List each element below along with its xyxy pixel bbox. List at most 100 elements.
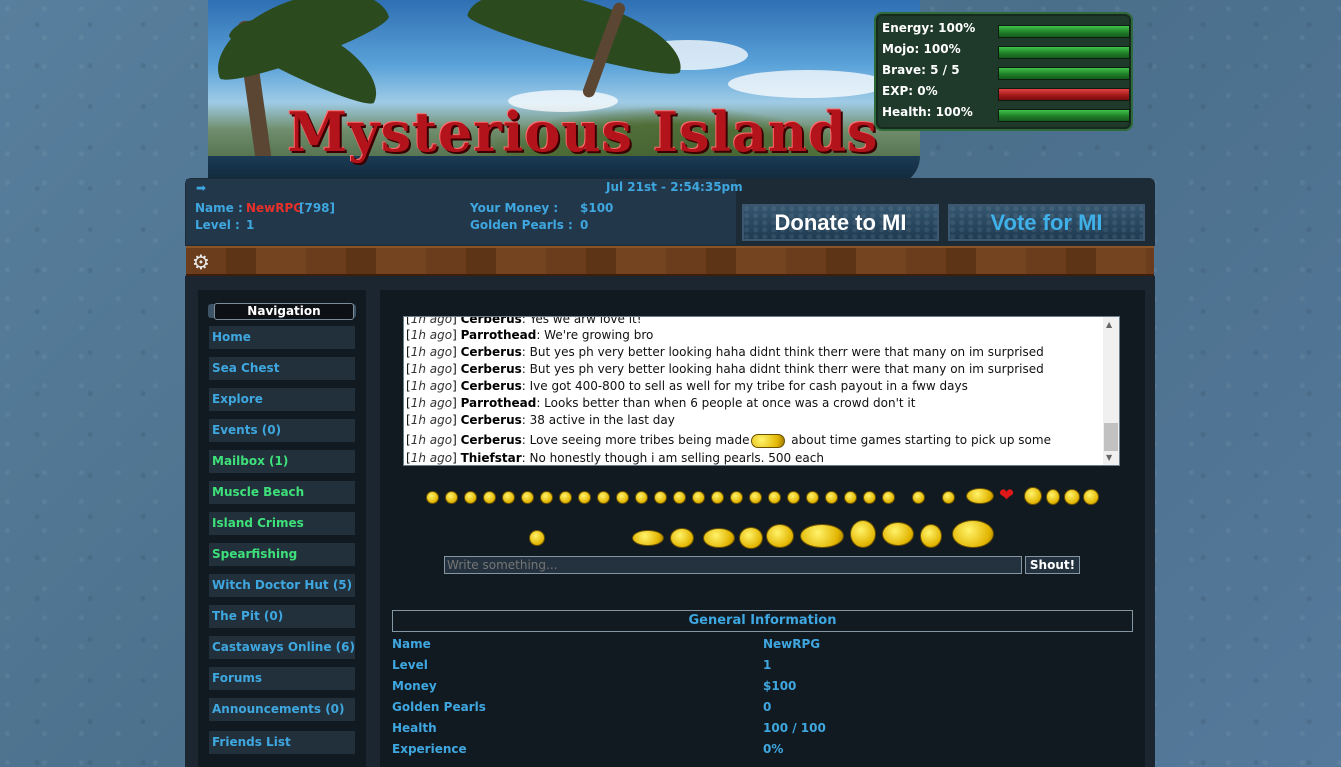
smiley-emoticon-icon[interactable] xyxy=(768,491,781,504)
smiley-emoticon-icon[interactable] xyxy=(942,491,955,504)
chat-username[interactable]: Thiefstar xyxy=(461,451,522,465)
smiley-emoticon-icon[interactable] xyxy=(559,491,572,504)
shoutbox-chat[interactable]: [1h ago] Cerberus: Yes we arw love it! [1… xyxy=(403,316,1120,466)
shout-button[interactable]: Shout! xyxy=(1025,556,1080,574)
smiley-emoticon-icon[interactable] xyxy=(882,491,895,504)
animated-emoticon-icon[interactable] xyxy=(739,527,763,549)
scroll-up-icon[interactable]: ▲ xyxy=(1106,320,1112,329)
chat-username[interactable]: Cerberus xyxy=(461,345,522,359)
smiley-emoticon-icon[interactable] xyxy=(616,491,629,504)
animated-emoticon-icon[interactable] xyxy=(850,520,876,548)
nav-item-events-0[interactable]: Events (0) xyxy=(209,419,355,442)
smiley-emoticon-icon[interactable] xyxy=(749,491,762,504)
animated-emoticon-icon[interactable] xyxy=(703,528,735,548)
animated-emoticon-icon[interactable] xyxy=(800,524,844,548)
smiley-emoticon-icon[interactable] xyxy=(711,491,724,504)
smiley-emoticon-icon[interactable] xyxy=(654,491,667,504)
arrow-right-icon[interactable]: ➡ xyxy=(196,181,206,195)
info-label: Money xyxy=(392,679,437,693)
stat-label: Brave: 5 / 5 xyxy=(882,63,960,77)
chat-username[interactable]: Cerberus xyxy=(461,362,522,376)
smiley-emoticon-icon[interactable] xyxy=(426,491,439,504)
stat-bar xyxy=(998,46,1130,59)
smiley-emoticon-icon[interactable] xyxy=(806,491,819,504)
shout-input[interactable] xyxy=(444,556,1022,574)
nav-item-castaways-online-6[interactable]: Castaways Online (6) xyxy=(209,636,355,659)
vote-button[interactable]: Vote for MI xyxy=(948,204,1145,241)
chat-line: [1h ago] Cerberus: But yes ph very bette… xyxy=(406,362,1044,376)
animated-emoticon-icon[interactable] xyxy=(882,522,914,546)
chat-username[interactable]: Parrothead xyxy=(461,328,537,342)
info-label: Experience xyxy=(392,742,467,756)
chat-message: : 38 active in the last day xyxy=(521,413,675,427)
nav-item-island-crimes[interactable]: Island Crimes xyxy=(209,512,355,535)
pearls-label: Golden Pearls : xyxy=(470,218,573,232)
emoticon-icon[interactable] xyxy=(966,488,994,504)
animated-emoticon-icon[interactable] xyxy=(632,530,664,546)
chat-message: : No honestly though i am selling pearls… xyxy=(521,451,824,465)
smiley-emoticon-icon[interactable] xyxy=(635,491,648,504)
chat-username[interactable]: Cerberus xyxy=(461,317,522,326)
stat-row: Mojo: 100% xyxy=(882,42,1130,60)
smiley-emoticon-icon[interactable] xyxy=(521,491,534,504)
info-value: NewRPG xyxy=(763,637,821,651)
smiley-emoticon-icon[interactable] xyxy=(825,491,838,504)
nav-item-spearfishing[interactable]: Spearfishing xyxy=(209,543,355,566)
chat-line: [1h ago] Parrothead: Looks better than w… xyxy=(406,396,916,410)
stat-bar xyxy=(998,88,1130,101)
chat-message: : But yes ph very better looking haha di… xyxy=(521,362,1044,376)
nav-item-friends-list[interactable]: Friends List xyxy=(209,731,355,754)
nav-item-home[interactable]: Home xyxy=(209,326,355,349)
animated-emoticon-icon[interactable] xyxy=(952,520,994,548)
gear-icon[interactable]: ⚙ xyxy=(192,250,210,274)
emoticon-icon[interactable] xyxy=(1024,487,1042,505)
chat-timestamp: 1h ago xyxy=(410,362,453,376)
emoticon-icon[interactable] xyxy=(1046,489,1060,505)
smiley-emoticon-icon[interactable] xyxy=(445,491,458,504)
heart-emoticon-icon[interactable]: ❤ xyxy=(999,485,1014,506)
stat-label: Health: 100% xyxy=(882,105,973,119)
stat-bar-fill xyxy=(999,89,1129,100)
smiley-emoticon-icon[interactable] xyxy=(464,491,477,504)
smiley-emoticon-icon[interactable] xyxy=(673,491,686,504)
nav-item-witch-doctor-hut-5[interactable]: Witch Doctor Hut (5) xyxy=(209,574,355,597)
smiley-emoticon-icon[interactable] xyxy=(597,491,610,504)
emoticon-icon[interactable] xyxy=(1064,489,1080,505)
smiley-emoticon-icon[interactable] xyxy=(787,491,800,504)
stat-label: EXP: 0% xyxy=(882,84,938,98)
animated-emoticon-icon[interactable] xyxy=(670,528,694,548)
nav-item-explore[interactable]: Explore xyxy=(209,388,355,411)
player-name[interactable]: NewRPG xyxy=(246,201,303,215)
chat-scrollbar[interactable]: ▲ ▼ xyxy=(1103,317,1119,465)
nav-item-mailbox-1[interactable]: Mailbox (1) xyxy=(209,450,355,473)
smiley-emoticon-icon[interactable] xyxy=(863,491,876,504)
nav-item-sea-chest[interactable]: Sea Chest xyxy=(209,357,355,380)
animated-emoticon-icon[interactable] xyxy=(529,530,545,546)
emoticon-icon[interactable] xyxy=(1083,489,1099,505)
stat-bar-fill xyxy=(999,47,1129,58)
smiley-emoticon-icon[interactable] xyxy=(502,491,515,504)
smiley-emoticon-icon[interactable] xyxy=(730,491,743,504)
scroll-down-icon[interactable]: ▼ xyxy=(1106,453,1112,462)
smiley-emoticon-icon[interactable] xyxy=(578,491,591,504)
stat-row: EXP: 0% xyxy=(882,84,1130,102)
scroll-thumb[interactable] xyxy=(1104,423,1118,451)
smiley-emoticon-icon[interactable] xyxy=(540,491,553,504)
nav-item-announcements-0[interactable]: Announcements (0) xyxy=(209,698,355,721)
chat-username[interactable]: Cerberus xyxy=(461,433,522,447)
chat-username[interactable]: Parrothead xyxy=(461,396,537,410)
smiley-emoticon-icon[interactable] xyxy=(844,491,857,504)
info-value: $100 xyxy=(763,679,797,693)
chat-username[interactable]: Cerberus xyxy=(461,379,522,393)
animated-emoticon-icon[interactable] xyxy=(920,524,942,548)
smiley-emoticon-icon[interactable] xyxy=(912,491,925,504)
nav-item-the-pit-0[interactable]: The Pit (0) xyxy=(209,605,355,628)
nav-item-forums[interactable]: Forums xyxy=(209,667,355,690)
smiley-emoticon-icon[interactable] xyxy=(483,491,496,504)
smiley-emoticon-icon[interactable] xyxy=(692,491,705,504)
name-label: Name : xyxy=(195,201,243,215)
animated-emoticon-icon[interactable] xyxy=(766,524,794,548)
nav-item-muscle-beach[interactable]: Muscle Beach xyxy=(209,481,355,504)
donate-button[interactable]: Donate to MI xyxy=(742,204,939,241)
chat-username[interactable]: Cerberus xyxy=(461,413,522,427)
